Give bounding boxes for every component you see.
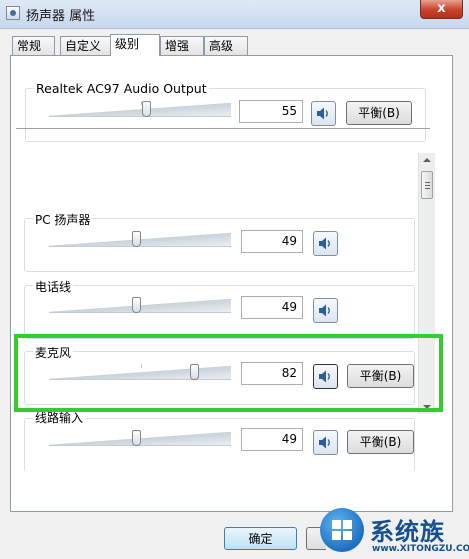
pc-speaker-volume-thumb[interactable] [132, 231, 141, 247]
site-watermark: 系统族 www.XITONGZU.COM [318, 508, 469, 559]
line-in-volume-value[interactable]: 49 [241, 428, 303, 451]
tab-levels[interactable]: 级别 [110, 34, 160, 56]
line-in-volume-thumb[interactable] [132, 430, 141, 446]
line-in-balance-button[interactable]: 平衡(B) [347, 430, 414, 454]
pc-speaker-label: PC 扬声器 [33, 211, 93, 228]
speaker-icon [319, 436, 330, 449]
grip-line [425, 182, 430, 183]
speaker-icon [317, 107, 328, 120]
grip-line [425, 185, 430, 186]
main-mute-button[interactable] [311, 101, 336, 126]
close-button[interactable]: x [420, 0, 463, 19]
tab-custom[interactable]: 自定义 [60, 36, 111, 55]
title-bar: 扬声器 属性 x [0, 0, 469, 29]
window-title: 扬声器 属性 [26, 9, 96, 24]
scrollbar-thumb[interactable] [421, 171, 433, 199]
speaker-icon [319, 304, 330, 317]
phone-line-mute-button[interactable] [313, 298, 338, 323]
section-divider [16, 128, 430, 129]
speaker-icon [319, 237, 330, 250]
main-volume-value[interactable]: 55 [239, 100, 303, 123]
speaker-properties-icon [6, 6, 20, 20]
watermark-url: www.XITONGZU.COM [372, 544, 469, 554]
main-volume-track[interactable] [49, 103, 231, 117]
scroll-up-icon[interactable] [423, 158, 431, 162]
phone-line-volume-value[interactable]: 49 [241, 296, 303, 319]
microphone-highlight-box [14, 334, 443, 412]
grip-line [425, 188, 430, 189]
windows-logo-icon [320, 508, 364, 552]
ok-button[interactable]: 确定 [224, 527, 297, 550]
pc-speaker-mute-button[interactable] [313, 231, 338, 256]
tab-advanced[interactable]: 高级 [204, 36, 248, 55]
line-in-mute-button[interactable] [313, 430, 338, 455]
main-output-label: Realtek AC97 Audio Output [34, 81, 209, 96]
tab-enhancements[interactable]: 增强 [160, 36, 204, 55]
pc-speaker-volume-value[interactable]: 49 [241, 230, 303, 253]
main-volume-thumb[interactable] [142, 101, 151, 117]
main-balance-button[interactable]: 平衡(B) [346, 101, 412, 125]
watermark-text: 系统族 [370, 518, 445, 546]
phone-line-label: 电话线 [33, 278, 74, 295]
tab-general[interactable]: 常规 [12, 36, 55, 55]
phone-line-volume-thumb[interactable] [132, 297, 141, 313]
